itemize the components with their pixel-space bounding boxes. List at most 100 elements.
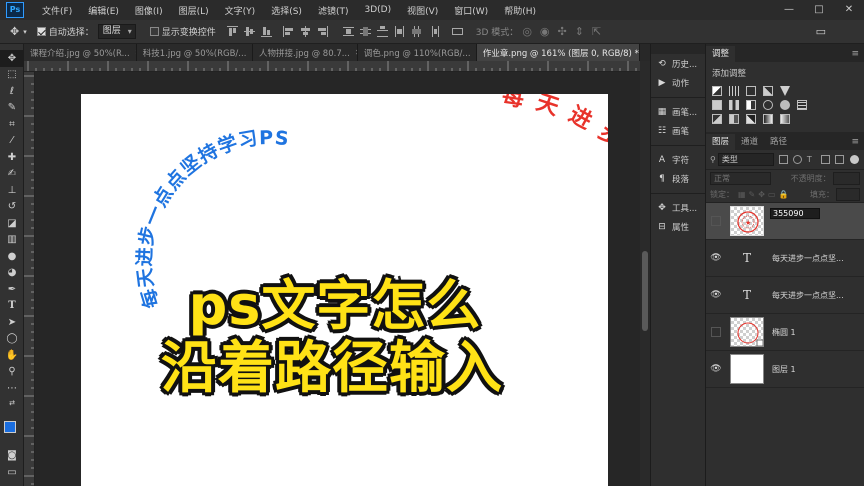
- panel-character[interactable]: A 字符: [651, 150, 705, 169]
- eye-icon[interactable]: 👁: [709, 290, 723, 300]
- curves-icon[interactable]: [746, 86, 756, 96]
- fill-input[interactable]: [836, 188, 860, 201]
- levels-icon[interactable]: [729, 86, 739, 96]
- color-balance-icon[interactable]: [729, 100, 739, 110]
- layer-row[interactable]: 👁 T 每天进步一点点坚...: [706, 240, 864, 277]
- photo-filter-icon[interactable]: [763, 100, 773, 110]
- zoom-tool-icon[interactable]: ⚲: [0, 364, 24, 381]
- canvas-vertical-scrollbar[interactable]: [640, 61, 650, 486]
- distribute-vcenter-icon[interactable]: [359, 26, 371, 37]
- filter-adjustment-icon[interactable]: [792, 155, 802, 164]
- menu-window[interactable]: 窗口(W): [446, 4, 496, 17]
- exposure-icon[interactable]: [763, 86, 773, 96]
- maximize-button[interactable]: □: [804, 0, 834, 20]
- panel-properties[interactable]: ⊟ 属性: [651, 217, 705, 236]
- tab-document[interactable]: 调色.png @ 110%(RGB/...✕: [357, 44, 477, 61]
- menu-image[interactable]: 图像(I): [127, 4, 171, 17]
- history-brush-tool-icon[interactable]: ↺: [0, 199, 24, 216]
- lock-icons[interactable]: ▦✎✥▭🔒: [738, 190, 791, 199]
- layer-row[interactable]: ★ 355090: [706, 203, 864, 240]
- type-tool-icon[interactable]: T: [0, 298, 24, 315]
- panel-menu-icon[interactable]: ≡: [851, 46, 859, 62]
- more-tools-icon[interactable]: ⋯: [0, 380, 24, 397]
- panel-menu-icon[interactable]: ≡: [851, 134, 859, 150]
- black-white-icon[interactable]: [746, 100, 756, 110]
- move-tool-icon[interactable]: ✥: [10, 25, 19, 38]
- quick-select-tool-icon[interactable]: ✎: [0, 100, 24, 117]
- quick-mask-icon[interactable]: ◙: [0, 447, 24, 464]
- blend-mode-dropdown[interactable]: 正常: [710, 172, 771, 185]
- panel-paragraph[interactable]: ¶ 段落: [651, 169, 705, 188]
- show-transform-checkbox[interactable]: [149, 27, 159, 36]
- visibility-toggle-off[interactable]: [711, 216, 721, 226]
- eraser-tool-icon[interactable]: ◪: [0, 215, 24, 232]
- layer-row[interactable]: 👁 图层 1: [706, 351, 864, 388]
- path-selection-tool-icon[interactable]: ➤: [0, 314, 24, 331]
- align-right-icon[interactable]: [317, 26, 328, 37]
- vibrance-icon[interactable]: [780, 86, 790, 96]
- posterize-icon[interactable]: [729, 114, 739, 124]
- healing-brush-tool-icon[interactable]: ✚: [0, 149, 24, 166]
- red-arc-text[interactable]: 每天进步一点点坚持学习PS: [500, 94, 608, 435]
- selective-color-icon[interactable]: [780, 114, 790, 124]
- panel-tools[interactable]: ✥ 工具...: [651, 198, 705, 217]
- panel-brushes[interactable]: ▦ 画笔...: [651, 102, 705, 121]
- panel-brush-settings[interactable]: ☷ 画笔: [651, 121, 705, 140]
- tab-layers[interactable]: 图层: [706, 134, 736, 150]
- brush-tool-icon[interactable]: ✍: [0, 166, 24, 183]
- tool-preset-dropdown-icon[interactable]: ▾: [23, 28, 27, 36]
- align-bottom-icon[interactable]: [260, 26, 272, 37]
- panel-actions[interactable]: ▶ 动作: [651, 73, 705, 92]
- 3d-scale-icon[interactable]: ⇱: [592, 25, 601, 38]
- panel-history[interactable]: ⟲ 历史...: [651, 54, 705, 73]
- filter-shape-icon[interactable]: [820, 155, 830, 164]
- menu-3d[interactable]: 3D(D): [356, 5, 399, 15]
- layer-name-input[interactable]: 355090: [770, 207, 820, 219]
- align-left-icon[interactable]: [282, 26, 294, 37]
- layer-filter-dropdown[interactable]: 类型: [717, 153, 774, 166]
- lasso-tool-icon[interactable]: ℓ: [0, 83, 24, 100]
- crop-tool-icon[interactable]: ⌗: [0, 116, 24, 133]
- align-vcenter-icon[interactable]: [243, 26, 255, 37]
- layer-row[interactable]: 椭圆 1: [706, 314, 864, 351]
- tab-document-active[interactable]: 作业章.png @ 161% (图层 0, RGB/8) *✕: [476, 44, 640, 61]
- gradient-tool-icon[interactable]: ▥: [0, 232, 24, 249]
- channel-mixer-icon[interactable]: [780, 100, 790, 110]
- tab-adjustments[interactable]: 调整: [706, 46, 736, 62]
- gradient-map-icon[interactable]: [763, 114, 773, 124]
- color-swatches[interactable]: [4, 421, 24, 441]
- brightness-contrast-icon[interactable]: [712, 86, 722, 96]
- layer-row[interactable]: 👁 T 每天进步一点点坚...: [706, 277, 864, 314]
- 3d-slide-icon[interactable]: ⇕: [575, 25, 584, 38]
- 3d-pan-icon[interactable]: ✣: [558, 25, 567, 38]
- visibility-toggle-off[interactable]: [711, 327, 721, 337]
- close-button[interactable]: ✕: [834, 0, 864, 20]
- opacity-input[interactable]: [832, 172, 860, 185]
- menu-file[interactable]: 文件(F): [34, 4, 80, 17]
- blur-tool-icon[interactable]: ●: [0, 248, 24, 265]
- vertical-ruler[interactable]: [24, 72, 35, 486]
- menu-filter[interactable]: 滤镜(T): [310, 4, 357, 17]
- canvas-area[interactable]: 每天进步一点点坚持学习PS 每天进步一点点坚持学习PS: [35, 72, 640, 486]
- distribute-bottom-icon[interactable]: [376, 26, 388, 37]
- tab-document[interactable]: 人物拼接.jpg @ 80.7...✕: [253, 44, 358, 61]
- distribute-top-icon[interactable]: [342, 26, 354, 37]
- eye-icon[interactable]: 👁: [709, 253, 723, 263]
- 3d-roll-icon[interactable]: ◉: [540, 25, 550, 38]
- color-lookup-icon[interactable]: [797, 100, 807, 110]
- filter-pixel-icon[interactable]: [778, 155, 788, 164]
- menu-type[interactable]: 文字(Y): [217, 4, 264, 17]
- tab-paths[interactable]: 路径: [764, 134, 793, 150]
- menu-view[interactable]: 视图(V): [399, 4, 446, 17]
- pen-tool-icon[interactable]: ✒: [0, 281, 24, 298]
- filter-type-icon[interactable]: T: [807, 155, 816, 164]
- hue-saturation-icon[interactable]: [712, 100, 722, 110]
- hand-tool-icon[interactable]: ✋: [0, 347, 24, 364]
- 3d-orbit-icon[interactable]: ◎: [522, 25, 532, 38]
- move-tool-icon[interactable]: ✥: [0, 50, 24, 67]
- auto-select-target-dropdown[interactable]: 图层: [97, 24, 136, 39]
- invert-icon[interactable]: [712, 114, 722, 124]
- tab-document[interactable]: 课程介绍.jpg @ 50%(R...✕: [24, 44, 137, 61]
- shape-tool-icon[interactable]: ◯: [0, 331, 24, 348]
- align-hcenter-icon[interactable]: [300, 26, 311, 37]
